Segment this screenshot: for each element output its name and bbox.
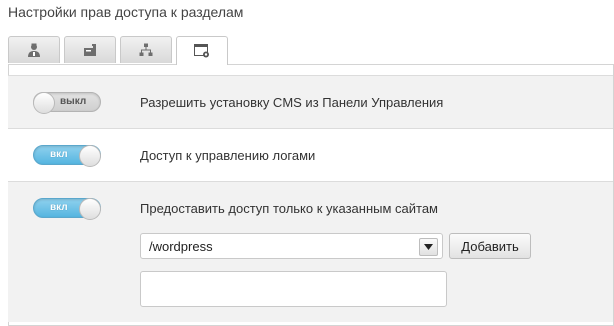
cms-install-toggle[interactable]: выкл xyxy=(33,92,101,114)
setting-label: Разрешить установку CMS из Панели Управл… xyxy=(140,95,444,110)
toggle-knob xyxy=(79,145,101,167)
toggle-state-label: выкл xyxy=(60,96,87,107)
log-access-toggle[interactable]: вкл xyxy=(33,145,101,167)
window-settings-icon xyxy=(194,44,210,58)
tab-mailbox[interactable] xyxy=(64,36,116,63)
toggle-state-label: вкл xyxy=(50,202,68,213)
setting-row-cms-install: выкл Разрешить установку CMS из Панели У… xyxy=(8,75,613,128)
toggle-knob xyxy=(33,92,55,114)
site-select-value: /wordpress xyxy=(149,239,213,254)
toggle-state-label: вкл xyxy=(50,149,68,160)
allowed-sites-list[interactable] xyxy=(140,271,447,307)
sitemap-icon xyxy=(139,43,153,57)
setting-label: Предоставить доступ только к указанным с… xyxy=(140,201,438,216)
chevron-down-icon[interactable] xyxy=(419,238,438,256)
tab-user-admin[interactable] xyxy=(8,36,60,63)
setting-row-site-restriction: вкл Предоставить доступ только к указанн… xyxy=(8,181,613,322)
user-admin-icon xyxy=(27,43,41,57)
page-title: Настройки прав доступа к разделам xyxy=(8,4,244,20)
site-select[interactable]: /wordpress xyxy=(140,233,443,259)
tab-sitemap[interactable] xyxy=(120,36,172,63)
tab-window-settings[interactable] xyxy=(176,36,228,65)
mailbox-icon xyxy=(83,43,97,57)
site-restriction-toggle[interactable]: вкл xyxy=(33,198,101,220)
add-site-button[interactable]: Добавить xyxy=(449,233,531,259)
toggle-knob xyxy=(79,198,101,220)
setting-row-log-access: вкл Доступ к управлению логами xyxy=(8,128,613,181)
setting-label: Доступ к управлению логами xyxy=(140,148,316,163)
